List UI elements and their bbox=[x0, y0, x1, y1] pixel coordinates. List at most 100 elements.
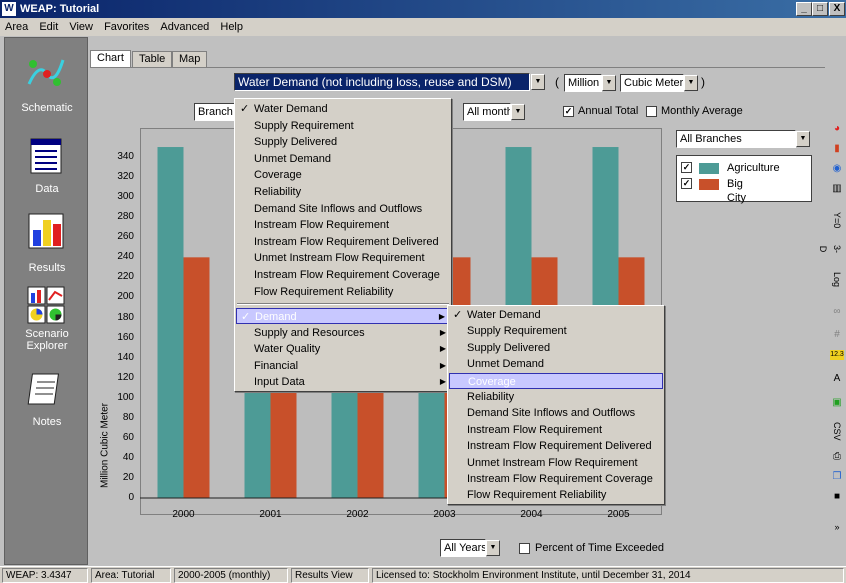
legend-checkbox[interactable]: ✓ bbox=[681, 162, 692, 173]
y-tick-label: 280 bbox=[117, 211, 134, 223]
submenu-item-label: Reliability bbox=[467, 391, 515, 403]
number-format-badge[interactable]: 12.3 bbox=[830, 350, 844, 360]
x-tick-label: 2005 bbox=[607, 509, 630, 520]
y-tick-label: 340 bbox=[117, 151, 134, 163]
menu-category-label: Supply and Resources bbox=[254, 326, 365, 339]
submenu-item[interactable]: Instream Flow Requirement bbox=[449, 422, 663, 438]
menu-category[interactable]: ✓ Demand ▶ bbox=[236, 308, 450, 324]
submenu-item-label: Unmet Instream Flow Requirement bbox=[467, 456, 638, 469]
submenu-item[interactable]: Instream Flow Requirement Coverage bbox=[449, 471, 663, 487]
submenu-arrow-icon: ▶ bbox=[439, 344, 446, 354]
legend-swatch bbox=[699, 163, 719, 174]
menu-category[interactable]: Supply and Resources ▶ bbox=[236, 325, 450, 341]
percent-exceeded-checkbox[interactable] bbox=[519, 543, 530, 554]
submenu-item[interactable]: Supply Requirement bbox=[449, 323, 663, 339]
submenu-arrow-icon: ▶ bbox=[439, 377, 446, 387]
bar-chart-icon[interactable]: ▮ bbox=[830, 142, 844, 156]
menu-item[interactable]: Unmet Demand bbox=[236, 151, 450, 167]
menu-item[interactable]: Supply Delivered bbox=[236, 134, 450, 150]
three-d-toggle[interactable]: 3-D bbox=[818, 242, 844, 256]
submenu-item-label: Water Demand bbox=[467, 309, 541, 321]
grid-icon[interactable]: # bbox=[830, 328, 844, 342]
menu-item-label: Supply Delivered bbox=[254, 136, 338, 149]
submenu-item-label: Instream Flow Requirement bbox=[467, 423, 603, 436]
submenu-item-label: Demand Site Inflows and Outflows bbox=[467, 407, 636, 420]
y-tick-label: 0 bbox=[128, 492, 134, 503]
y-tick-label: 80 bbox=[122, 411, 134, 423]
menu-category-label: Financial bbox=[254, 359, 299, 372]
submenu-item[interactable]: Flow Requirement Reliability bbox=[449, 487, 663, 503]
y-tick-label: 20 bbox=[122, 471, 134, 483]
status-version: WEAP: 3.4347 bbox=[2, 568, 88, 583]
save-icon[interactable]: ■ bbox=[830, 490, 844, 504]
font-icon[interactable]: A bbox=[830, 372, 844, 386]
y-tick-label: 60 bbox=[122, 431, 134, 443]
copy-icon[interactable]: ❐ bbox=[830, 470, 844, 484]
submenu-item-label: Supply Delivered bbox=[467, 341, 551, 354]
submenu-arrow-icon: ▶ bbox=[438, 312, 445, 321]
x-tick-label: 2001 bbox=[259, 509, 282, 520]
y-tick-label: 320 bbox=[117, 171, 134, 183]
y-tick-label: 200 bbox=[117, 291, 134, 303]
menu-item[interactable]: Unmet Instream Flow Requirement bbox=[236, 250, 450, 266]
grid-lines-icon[interactable]: ▥ bbox=[830, 182, 844, 196]
menu-item[interactable]: Instream Flow Requirement Coverage bbox=[236, 267, 450, 283]
submenu-item[interactable]: Instream Flow Requirement Delivered bbox=[449, 438, 663, 454]
submenu-item[interactable]: Supply Delivered bbox=[449, 340, 663, 356]
years-select[interactable]: All Years bbox=[440, 539, 486, 557]
menu-category[interactable]: Water Quality ▶ bbox=[236, 341, 450, 357]
y-zero-toggle[interactable]: Y=0 bbox=[830, 212, 844, 228]
menu-item[interactable]: Coverage bbox=[236, 167, 450, 183]
demand-submenu: ✓ Water Demand Supply Requirement Supply De… bbox=[447, 305, 665, 505]
submenu-item-label: Unmet Demand bbox=[467, 358, 545, 371]
more-icon[interactable]: » bbox=[830, 520, 844, 534]
bar-big-city-2000 bbox=[183, 257, 210, 498]
menu-item[interactable]: Reliability bbox=[236, 184, 450, 200]
chevron-down-icon[interactable]: ▼ bbox=[486, 540, 500, 556]
submenu-arrow-icon: ▶ bbox=[439, 327, 446, 337]
menu-item[interactable]: ✓ Water Demand bbox=[236, 101, 450, 117]
menu-item[interactable]: Demand Site Inflows and Outflows bbox=[236, 201, 450, 217]
percent-exceeded-label: Percent of Time Exceeded bbox=[535, 542, 665, 554]
menu-category-label: Demand bbox=[255, 311, 297, 323]
menu-item[interactable]: Supply Requirement bbox=[236, 118, 450, 134]
check-icon: ✓ bbox=[241, 311, 251, 323]
status-license: Licensed to: Stockholm Environment Insti… bbox=[372, 568, 844, 583]
legend-label: Big City bbox=[727, 178, 746, 204]
link-icon[interactable]: ∞ bbox=[830, 305, 844, 319]
menu-item[interactable]: Flow Requirement Reliability bbox=[236, 284, 450, 300]
y-tick-label: 220 bbox=[117, 271, 134, 283]
menu-item-label: Unmet Instream Flow Requirement bbox=[254, 252, 425, 265]
y-tick-label: 120 bbox=[117, 371, 134, 383]
y-tick-label: 160 bbox=[117, 331, 134, 343]
y-tick-label: 300 bbox=[117, 191, 134, 203]
submenu-item[interactable]: ✓ Water Demand bbox=[449, 307, 663, 323]
palette-icon[interactable]: ◉ bbox=[830, 162, 844, 176]
pie-chart-icon[interactable]: ◕ bbox=[830, 122, 844, 136]
menu-item[interactable]: Instream Flow Requirement Delivered bbox=[236, 234, 450, 250]
submenu-item[interactable]: Coverage bbox=[449, 372, 663, 389]
menu-item-label: Unmet Demand bbox=[254, 152, 332, 165]
menu-category[interactable]: Financial ▶ bbox=[236, 358, 450, 374]
y-tick-label: 180 bbox=[117, 311, 134, 323]
menu-category[interactable]: Input Data ▶ bbox=[236, 374, 450, 390]
excel-icon[interactable]: ▣ bbox=[830, 396, 844, 410]
legend-checkbox[interactable]: ✓ bbox=[681, 178, 692, 189]
submenu-item[interactable]: Reliability bbox=[449, 389, 663, 405]
csv-export[interactable]: CSV bbox=[830, 422, 844, 441]
menu-item-label: Flow Requirement Reliability bbox=[254, 285, 394, 298]
legend-label: Agriculture bbox=[727, 162, 780, 174]
menu-category-label: Input Data bbox=[254, 376, 305, 389]
submenu-item-label: Instream Flow Requirement Coverage bbox=[467, 473, 653, 485]
submenu-item[interactable]: Unmet Demand bbox=[449, 356, 663, 372]
log-scale-toggle[interactable]: Log bbox=[830, 272, 844, 287]
menu-item-label: Instream Flow Requirement bbox=[254, 219, 390, 232]
menu-item-label: Supply Requirement bbox=[254, 119, 354, 132]
submenu-item[interactable]: Demand Site Inflows and Outflows bbox=[449, 405, 663, 421]
print-icon[interactable]: ⎙ bbox=[830, 450, 844, 464]
menu-item[interactable]: Instream Flow Requirement bbox=[236, 217, 450, 233]
submenu-item[interactable]: Unmet Instream Flow Requirement bbox=[449, 455, 663, 471]
y-tick-label: 260 bbox=[117, 231, 134, 243]
x-tick-label: 2000 bbox=[172, 509, 195, 520]
menu-item-label: Coverage bbox=[254, 169, 302, 182]
